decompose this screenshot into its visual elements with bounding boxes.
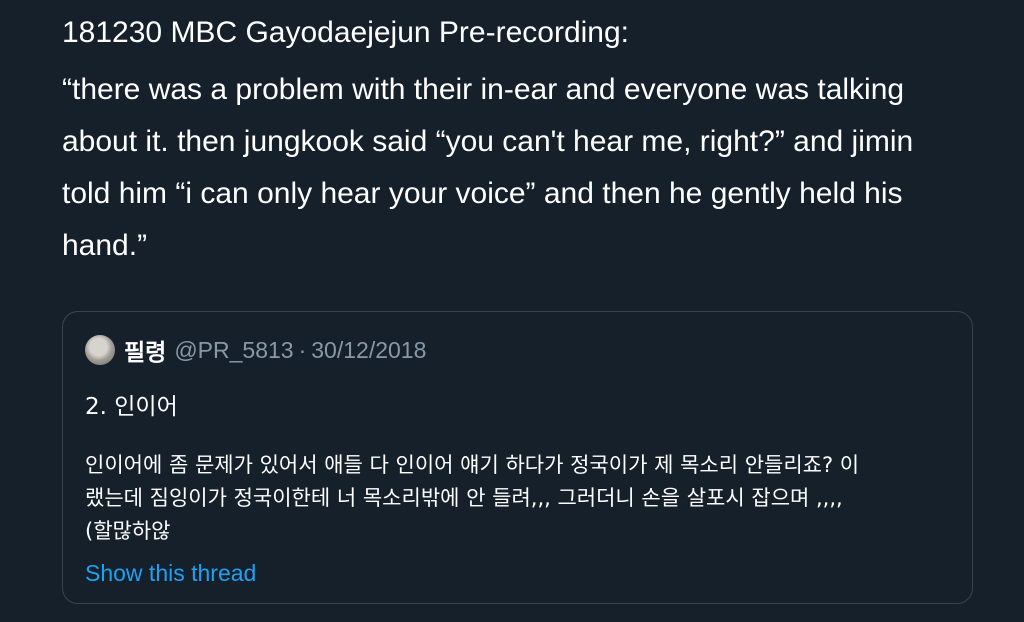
tweet: 181230 MBC Gayodaejejun Pre-recording: “… — [62, 14, 982, 272]
tweet-headline: 181230 MBC Gayodaejejun Pre-recording: — [62, 16, 629, 49]
quoted-handle[interactable]: @PR_5813 — [174, 337, 293, 364]
avatar[interactable] — [85, 335, 115, 365]
quoted-text-line: (할많하않 — [85, 519, 171, 543]
quoted-tweet-header: 필령 @PR_5813 · 30/12/2018 — [85, 334, 426, 366]
quoted-text-line: 인이어에 좀 문제가 있어서 애들 다 인이어 얘기 하다가 정국이가 제 목소… — [85, 453, 860, 477]
quoted-text-line: 랬는데 짐잉이가 정국이한테 너 목소리밖에 안 들려,,, 그러더니 손을 살… — [85, 486, 843, 510]
quoted-line-1: 2. 인이어 — [85, 394, 178, 420]
quoted-tweet-text: 인이어에 좀 문제가 있어서 애들 다 인이어 얘기 하다가 정국이가 제 목소… — [85, 449, 955, 548]
quoted-tweet-card[interactable]: 필령 @PR_5813 · 30/12/2018 2. 인이어 인이어에 좀 문… — [62, 311, 973, 604]
tweet-body: “there was a problem with their in-ear a… — [62, 73, 914, 262]
separator-dot: · — [298, 336, 307, 363]
quoted-display-name[interactable]: 필령 — [124, 333, 166, 367]
show-thread-link[interactable]: Show this thread — [85, 558, 256, 588]
quoted-date[interactable]: 30/12/2018 — [311, 337, 426, 364]
